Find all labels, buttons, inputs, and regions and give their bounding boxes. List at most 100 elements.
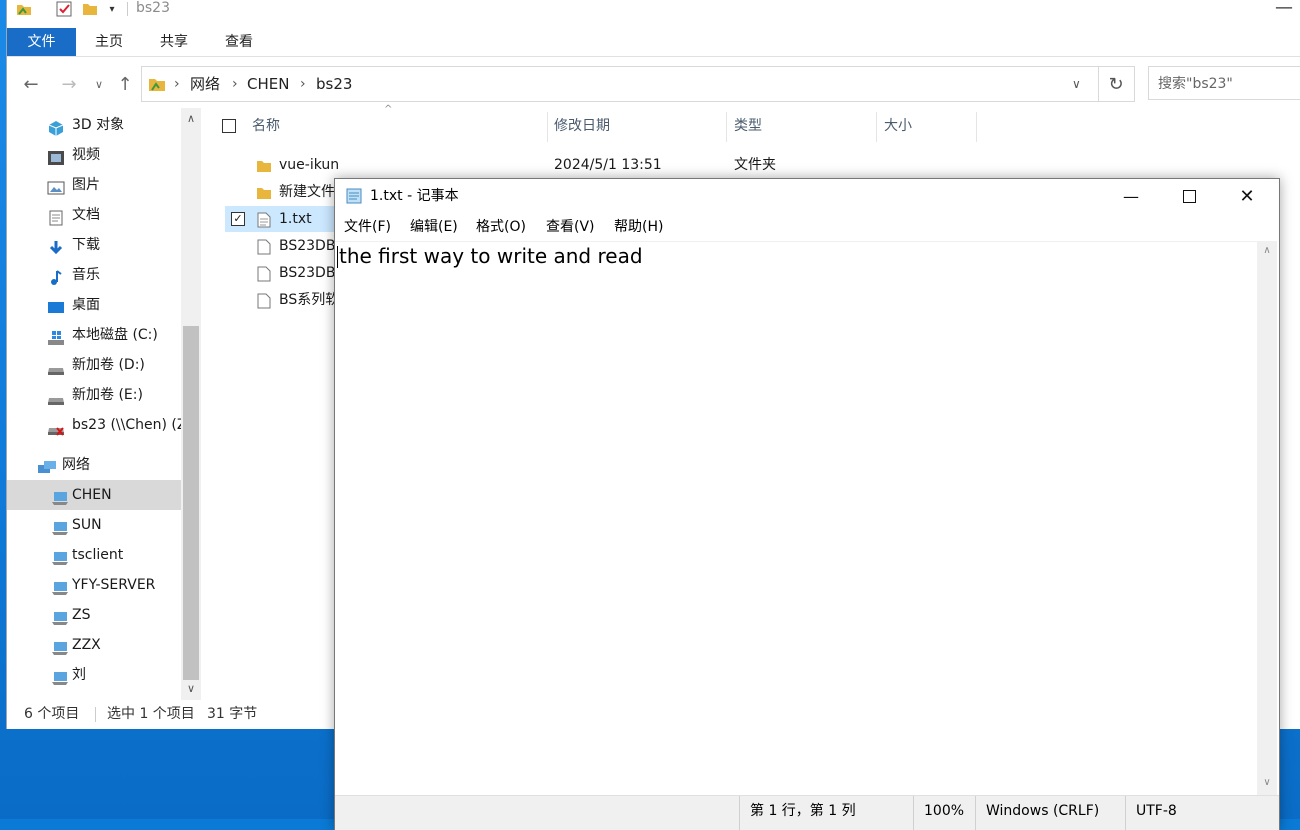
sidebar-item-music[interactable]: 音乐 [7,260,181,290]
notepad-title-bar[interactable]: 1.txt - 记事本 — ✕ [335,179,1279,213]
address-dropdown-icon[interactable]: ∨ [1072,67,1081,101]
sidebar-item-network[interactable]: 网络 [7,450,181,480]
breadcrumb-separator-icon[interactable]: › [300,67,306,101]
window-title: bs23 [136,0,170,16]
sidebar-item-bs23-drive[interactable]: bs23 (\\Chen) (Z [7,410,181,440]
column-divider[interactable] [976,112,977,142]
address-row: ← → ∨ ↑ › 网络 › CHEN › bs23 ∨ ↻ 搜索"bs23" [7,64,1300,104]
menu-view[interactable]: 查看(V) [546,215,595,239]
row-checkbox-checked[interactable]: ✓ [231,212,245,226]
close-button[interactable]: ✕ [1218,179,1276,213]
column-divider[interactable] [876,112,877,142]
column-headers: ^ 名称 修改日期 类型 大小 [217,104,997,142]
item-count: 6 个项目 [24,706,80,722]
menu-edit[interactable]: 编辑(E) [410,215,458,239]
scroll-down-icon[interactable]: ∨ [181,682,201,695]
notepad-status-bar: 第 1 行，第 1 列 100% Windows (CRLF) UTF-8 [335,795,1279,830]
windows-drive-icon [47,327,65,345]
column-name[interactable]: 名称 [252,110,280,142]
folder-icon [257,157,271,173]
sidebar-item-pictures[interactable]: 图片 [7,170,181,200]
computer-icon [51,487,69,505]
chevron-down-icon[interactable]: ▾ [105,0,119,18]
sidebar-item-downloads[interactable]: 下载 [7,230,181,260]
sidebar-item-3d-objects[interactable]: 3D 对象 [7,110,181,140]
maximize-button[interactable] [1160,179,1218,213]
recent-chevron-icon[interactable]: ∨ [87,72,111,96]
line-ending: Windows (CRLF) [975,796,1125,830]
scroll-up-icon[interactable]: ∧ [1257,245,1277,256]
notepad-text-area[interactable]: the first way to write and read [335,241,1257,796]
drive-icon [47,387,65,405]
minimize-icon[interactable]: — [1275,0,1293,18]
breadcrumb-network[interactable]: 网络 [190,67,220,101]
cursor-position: 第 1 行，第 1 列 [739,796,913,830]
sidebar-item-sun[interactable]: SUN [7,510,181,540]
ribbon-tabs: 文件 主页 共享 查看 [7,28,1300,57]
properties-check-icon[interactable] [55,0,73,18]
sidebar-item-videos[interactable]: 视频 [7,140,181,170]
file-row-selected[interactable]: ✓ 1.txt [225,206,345,232]
menu-file[interactable]: 文件(F) [344,215,391,239]
notepad-icon [345,188,363,208]
breadcrumb-bs23[interactable]: bs23 [316,67,352,101]
close-icon: ✕ [1239,185,1255,207]
sidebar-item-liu[interactable]: 刘 [7,660,181,690]
column-date[interactable]: 修改日期 [554,110,610,142]
file-icon [257,292,271,309]
computer-icon [51,517,69,535]
breadcrumb-separator-icon[interactable]: › [174,67,180,101]
computer-icon [51,637,69,655]
sidebar-item-tsclient[interactable]: tsclient [7,540,181,570]
new-folder-icon[interactable] [81,0,99,18]
sort-ascending-icon: ^ [384,104,393,115]
tab-view[interactable]: 查看 [215,28,263,56]
file-icon [257,238,271,255]
notepad-window: 1.txt - 记事本 — ✕ 文件(F) 编辑(E) 格式(O) 查看(V) … [334,178,1280,830]
notepad-title: 1.txt - 记事本 [370,188,459,204]
notepad-scrollbar[interactable]: ∧ ∨ [1257,241,1277,795]
network-icon [37,457,56,473]
sidebar-item-chen[interactable]: CHEN [7,480,181,510]
column-size[interactable]: 大小 [884,110,912,142]
sidebar-item-zs[interactable]: ZS [7,600,181,630]
sidebar-item-zzx[interactable]: ZZX [7,630,181,660]
nav-pane-scrollbar[interactable]: ∧ ∨ [181,108,201,700]
sidebar-item-documents[interactable]: 文档 [7,200,181,230]
computer-icon [51,577,69,595]
sidebar-item-drive-e[interactable]: 新加卷 (E:) [7,380,181,410]
notepad-menu-bar: 文件(F) 编辑(E) 格式(O) 查看(V) 帮助(H) [335,215,1279,239]
up-arrow-icon[interactable]: ↑ [113,72,137,96]
address-bar[interactable]: › 网络 › CHEN › bs23 ∨ [141,66,1099,102]
selection-count: 选中 1 个项目 [107,706,195,722]
sidebar-item-drive-c[interactable]: 本地磁盘 (C:) [7,320,181,350]
sidebar-item-desktop[interactable]: 桌面 [7,290,181,320]
tab-share[interactable]: 共享 [150,28,198,56]
sidebar-item-drive-d[interactable]: 新加卷 (D:) [7,350,181,380]
qat-divider [127,2,128,16]
breadcrumb-separator-icon[interactable]: › [232,67,238,101]
scroll-up-icon[interactable]: ∧ [181,112,201,125]
select-all-checkbox[interactable] [222,119,236,133]
breadcrumb-chen[interactable]: CHEN [247,67,289,101]
minimize-button[interactable]: — [1102,179,1160,213]
tab-file[interactable]: 文件 [7,28,76,56]
column-divider[interactable] [547,112,548,142]
refresh-icon[interactable]: ↻ [1098,66,1135,102]
forward-arrow-icon[interactable]: → [57,72,81,96]
column-divider[interactable] [726,112,727,142]
scroll-down-icon[interactable]: ∨ [1257,777,1277,788]
search-input[interactable]: 搜索"bs23" [1148,66,1300,100]
column-type[interactable]: 类型 [734,110,762,142]
desktop-icon [47,297,65,313]
menu-help[interactable]: 帮助(H) [614,215,663,239]
menu-format[interactable]: 格式(O) [476,215,526,239]
tab-home[interactable]: 主页 [85,28,133,56]
back-arrow-icon[interactable]: ← [19,72,43,96]
file-icon [257,265,271,282]
text-caret [337,246,338,268]
sidebar-item-yfy-server[interactable]: YFY-SERVER [7,570,181,600]
file-row[interactable]: vue-ikun 2024/5/1 13:51 文件夹 [225,152,1005,178]
quick-access-toolbar: ▾ bs23 — [7,0,1300,20]
scrollbar-thumb[interactable] [183,326,199,680]
